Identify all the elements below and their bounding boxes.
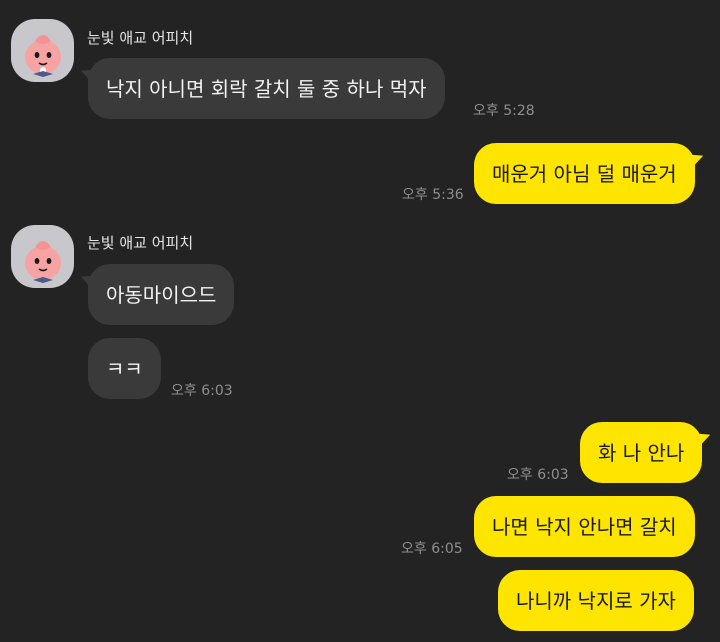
message-bubble-incoming[interactable]: 아동마이으드 xyxy=(88,264,235,325)
message-timestamp: 오후 6:05 xyxy=(401,541,463,557)
sender-name: 눈빛 애교 어피치 xyxy=(87,29,194,47)
message-timestamp: 오후 6:03 xyxy=(171,383,233,399)
sender-name: 눈빛 애교 어피치 xyxy=(87,234,194,252)
message-timestamp: 오후 5:36 xyxy=(402,187,464,203)
message-timestamp: 오후 5:28 xyxy=(473,103,535,119)
message-bubble-incoming[interactable]: 낙지 아니면 회락 갈치 둘 중 하나 먹자 xyxy=(88,58,445,119)
message-bubble-outgoing[interactable]: 화 나 안나 xyxy=(580,422,703,483)
message-bubble-outgoing[interactable]: 나면 낙지 안나면 갈치 xyxy=(474,496,695,557)
apeach-profile-icon xyxy=(25,241,61,283)
message-bubble-outgoing[interactable]: 매운거 아님 덜 매운거 xyxy=(474,143,695,204)
message-timestamp: 오후 6:03 xyxy=(507,467,569,483)
message-bubble-incoming[interactable]: ㅋㅋ xyxy=(88,338,161,399)
partner-avatar[interactable] xyxy=(11,225,74,288)
partner-avatar[interactable] xyxy=(11,19,74,82)
message-bubble-outgoing[interactable]: 나니까 낙지로 가자 xyxy=(498,570,694,631)
apeach-profile-icon xyxy=(25,35,61,77)
